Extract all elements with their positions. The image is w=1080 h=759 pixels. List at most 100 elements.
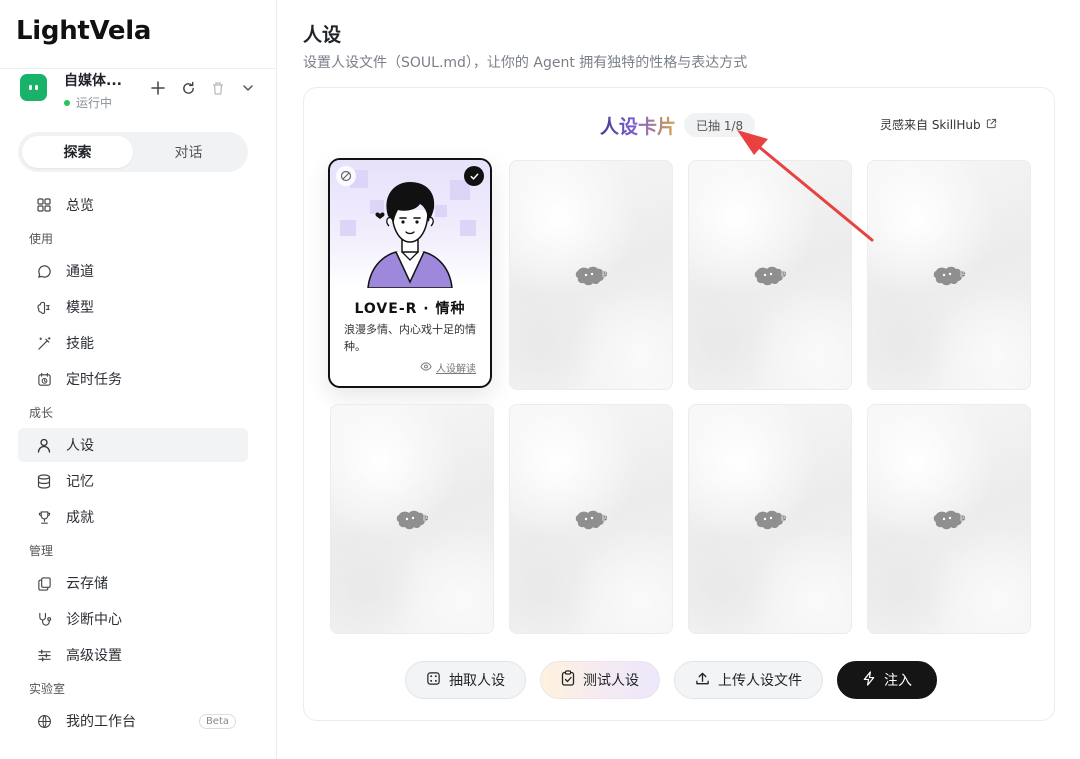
sidebar-item-label: 云存储 (66, 576, 108, 592)
persona-card-panel: 人设卡片 已抽 1/8 灵感来自 SkillHub LOVE-R · 情种 浪漫… (303, 87, 1055, 721)
inject-button[interactable]: 注入 (837, 661, 937, 699)
draw-persona-button[interactable]: 抽取人设 (405, 661, 526, 699)
sidebar-item-achievements[interactable]: 成就 (18, 500, 248, 534)
sidebar-item-overview[interactable]: 总览 (18, 188, 248, 222)
mode-switch: 探索 对话 (18, 132, 248, 172)
persona-card-selected[interactable]: LOVE-R · 情种 浪漫多情、内心戏十足的情种。 人设解读 (328, 158, 492, 388)
calendar-clock-icon (36, 371, 52, 387)
sidebar-item-label: 记忆 (66, 474, 94, 490)
ban-icon[interactable] (336, 166, 356, 186)
upload-persona-file-button[interactable]: 上传人设文件 (674, 661, 823, 699)
sidebar-item-channels[interactable]: 通道 (18, 254, 248, 288)
divider (0, 68, 277, 69)
mascot-icon (754, 266, 787, 286)
chevron-down-icon[interactable] (238, 78, 258, 98)
grid-icon (36, 197, 52, 213)
tab-chat[interactable]: 对话 (133, 136, 244, 168)
persona-card-back[interactable] (867, 160, 1031, 390)
persona-card-back[interactable] (688, 160, 852, 390)
stethoscope-icon (36, 611, 52, 627)
sidebar-item-skills[interactable]: 技能 (18, 326, 248, 360)
clipboard-check-icon (561, 670, 575, 690)
persona-interpretation-label: 人设解读 (436, 364, 476, 375)
sidebar-item-label: 技能 (66, 336, 94, 352)
sidebar-item-label: 成就 (66, 510, 94, 526)
nav-group-title: 成长 (29, 406, 54, 420)
external-link-icon (986, 118, 997, 132)
mascot-icon (933, 510, 966, 530)
drawn-count-badge: 已抽 1/8 (684, 113, 756, 137)
persona-card-back[interactable] (509, 160, 673, 390)
sliders-icon (36, 647, 52, 663)
inject-label: 注入 (884, 673, 912, 689)
sidebar-item-workbench[interactable]: 我的工作台 Beta (18, 704, 248, 738)
mascot-icon (933, 266, 966, 286)
sidebar-item-label: 模型 (66, 300, 94, 316)
refresh-icon[interactable] (178, 78, 198, 98)
agent-actions (148, 78, 258, 98)
cloud-storage-icon (36, 575, 52, 591)
dice-icon (426, 671, 441, 690)
page-title: 人设 (303, 24, 342, 46)
draw-persona-label: 抽取人设 (449, 673, 505, 689)
lightning-icon (862, 670, 876, 690)
sidebar-item-memory[interactable]: 记忆 (18, 464, 248, 498)
persona-card-title: 人设卡片 (600, 112, 676, 139)
agent-switcher[interactable]: 自媒体... 运行中 (20, 70, 260, 110)
persona-card-description: 浪漫多情、内心戏十足的情种。 (344, 323, 476, 353)
globe-icon (36, 713, 52, 729)
test-persona-label: 测试人设 (583, 673, 639, 689)
sidebar-nav: 总览 使用 通道 模型 技能 定时任务 成长 人设 记忆 成就 管理 云存储 诊… (18, 188, 248, 740)
sidebar-item-persona[interactable]: 人设 (18, 428, 248, 462)
persona-card-back[interactable] (509, 404, 673, 634)
sidebar-item-label: 高级设置 (66, 648, 122, 664)
beta-badge: Beta (198, 713, 236, 729)
agent-status-label: 运行中 (76, 96, 113, 110)
sidebar-item-label: 定时任务 (66, 372, 122, 388)
nav-group-title: 使用 (29, 232, 54, 246)
tab-explore[interactable]: 探索 (22, 136, 133, 168)
persona-card-back[interactable] (688, 404, 852, 634)
agent-status: 运行中 (64, 94, 112, 111)
mascot-icon (575, 510, 608, 530)
sidebar-item-models[interactable]: 模型 (18, 290, 248, 324)
chat-bubble-icon (36, 263, 52, 279)
trophy-icon (36, 509, 52, 525)
sidebar-item-label: 通道 (66, 264, 94, 280)
mascot-icon (396, 510, 429, 530)
trash-icon[interactable] (208, 78, 228, 98)
mascot-icon (575, 266, 608, 286)
page-subtitle: 设置人设文件（SOUL.md），让你的 Agent 拥有独特的性格与表达方式 (303, 55, 748, 71)
nav-group-title: 实验室 (29, 682, 66, 696)
sidebar: LightVela 自媒体... 运行中 探索 对话 总览 使用 通道 模型 技… (0, 0, 277, 759)
inspiration-link[interactable]: 灵感来自 SkillHub (880, 116, 997, 133)
status-dot (64, 99, 70, 106)
sidebar-item-scheduled-tasks[interactable]: 定时任务 (18, 362, 248, 396)
sidebar-item-label: 总览 (66, 198, 94, 214)
persona-interpretation-link[interactable]: 人设解读 (420, 360, 476, 375)
sidebar-item-label: 诊断中心 (66, 612, 122, 628)
upload-icon (695, 671, 710, 690)
nav-group-title: 管理 (29, 544, 54, 558)
sidebar-item-diagnostics[interactable]: 诊断中心 (18, 602, 248, 636)
inspiration-label: 灵感来自 SkillHub (880, 118, 981, 132)
agent-name: 自媒体... (64, 73, 122, 89)
test-persona-button[interactable]: 测试人设 (540, 661, 660, 699)
sidebar-item-label: 我的工作台 (66, 714, 136, 730)
persona-card-back[interactable] (867, 404, 1031, 634)
drawn-count: 已抽 1/8 (696, 118, 744, 133)
brand-logo[interactable]: LightVela (16, 16, 151, 46)
eye-icon (420, 361, 432, 374)
plus-icon[interactable] (148, 78, 168, 98)
persona-card-back[interactable] (330, 404, 494, 634)
agent-avatar (20, 74, 47, 101)
person-icon (36, 437, 52, 453)
check-icon[interactable] (464, 166, 484, 186)
mascot-icon (754, 510, 787, 530)
sidebar-item-advanced-settings[interactable]: 高级设置 (18, 638, 248, 672)
persona-actions: 抽取人设 测试人设 上传人设文件 注入 (405, 661, 937, 699)
magic-wand-icon (36, 335, 52, 351)
database-icon (36, 473, 52, 489)
brain-icon (36, 299, 52, 315)
sidebar-item-cloud-storage[interactable]: 云存储 (18, 566, 248, 600)
